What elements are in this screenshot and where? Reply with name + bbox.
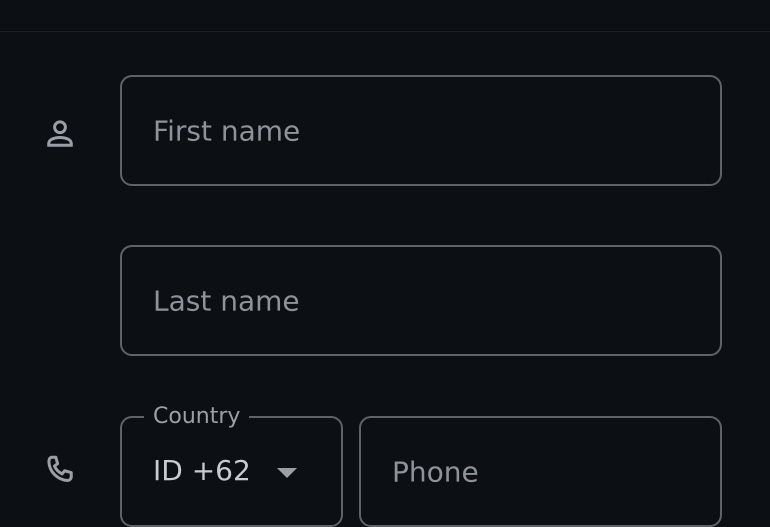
first-name-field[interactable]: First name xyxy=(120,75,722,186)
last-name-field[interactable]: Last name xyxy=(120,245,722,356)
last-name-placeholder: Last name xyxy=(153,284,300,317)
phone-icon xyxy=(40,450,80,490)
country-code-select[interactable]: Country ID +62 xyxy=(120,404,343,527)
phone-placeholder: Phone xyxy=(392,455,479,489)
country-code-value: ID +62 xyxy=(153,454,251,487)
person-icon xyxy=(40,114,80,154)
phone-field[interactable]: Phone xyxy=(359,416,722,527)
first-name-placeholder: First name xyxy=(153,114,301,147)
country-label: Country xyxy=(144,404,250,430)
top-app-bar xyxy=(0,0,770,32)
arrow-drop-down-icon xyxy=(277,468,297,478)
